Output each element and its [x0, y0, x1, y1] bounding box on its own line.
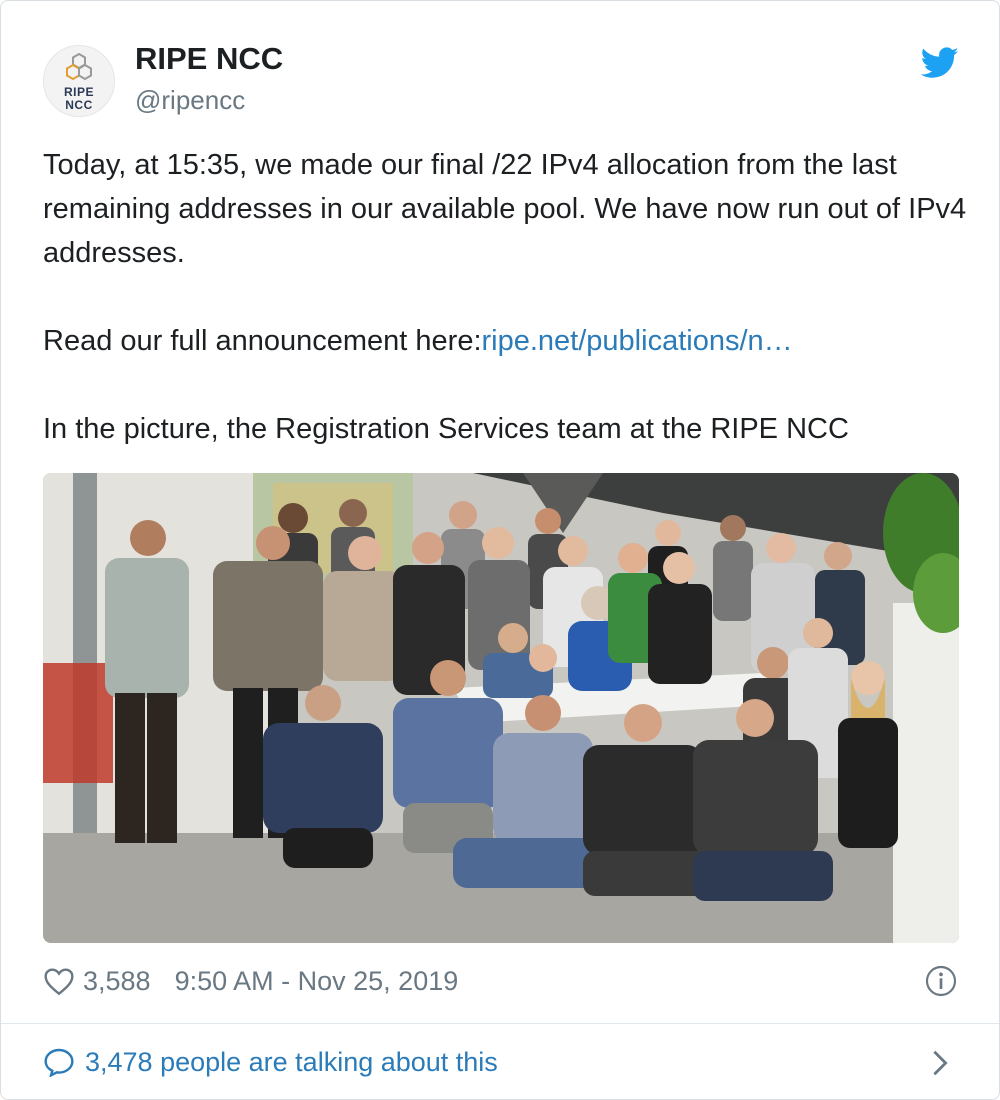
speech-bubble-icon: [44, 1048, 74, 1077]
chevron-right-icon[interactable]: [931, 1049, 949, 1077]
twitter-bird-icon[interactable]: [921, 47, 959, 79]
info-icon[interactable]: [925, 965, 957, 997]
announcement-link[interactable]: ripe.net/publications/n…: [482, 325, 793, 357]
tweet-text: Today, at 15:35, we made our final /22 I…: [43, 143, 973, 451]
talking-about-link[interactable]: 3,478 people are talking about this: [85, 1047, 498, 1078]
announcement-prefix: Read our full announcement here:: [43, 325, 482, 357]
tweet-timestamp[interactable]: 9:50 AM - Nov 25, 2019: [175, 966, 459, 997]
avatar[interactable]: RIPE NCC: [43, 45, 115, 117]
tweet-paragraph-1: Today, at 15:35, we made our final /22 I…: [43, 149, 967, 269]
avatar-text-line1: RIPE: [63, 85, 94, 99]
tweet-card: RIPE NCC RIPE NCC @ripencc Today, at 15:…: [0, 0, 1000, 1100]
tweet-paragraph-3: In the picture, the Registration Service…: [43, 413, 849, 445]
tweet-paragraph-2: Read our full announcement here:ripe.net…: [43, 319, 973, 363]
tweet-meta: 3,588 9:50 AM - Nov 25, 2019: [43, 959, 959, 1003]
footer-divider: [1, 1023, 999, 1024]
account-name[interactable]: RIPE NCC: [135, 41, 283, 77]
account-handle[interactable]: @ripencc: [135, 85, 245, 116]
tweet-header: RIPE NCC RIPE NCC @ripencc: [43, 39, 959, 119]
team-photo-image: [43, 473, 959, 943]
tweet-photo[interactable]: [43, 473, 959, 943]
ripe-logo-icon: [66, 52, 92, 81]
conversation-footer[interactable]: 3,478 people are talking about this: [43, 1039, 959, 1085]
avatar-text-line2: NCC: [65, 98, 93, 112]
like-count[interactable]: 3,588: [83, 966, 151, 997]
heart-icon[interactable]: [43, 966, 75, 996]
